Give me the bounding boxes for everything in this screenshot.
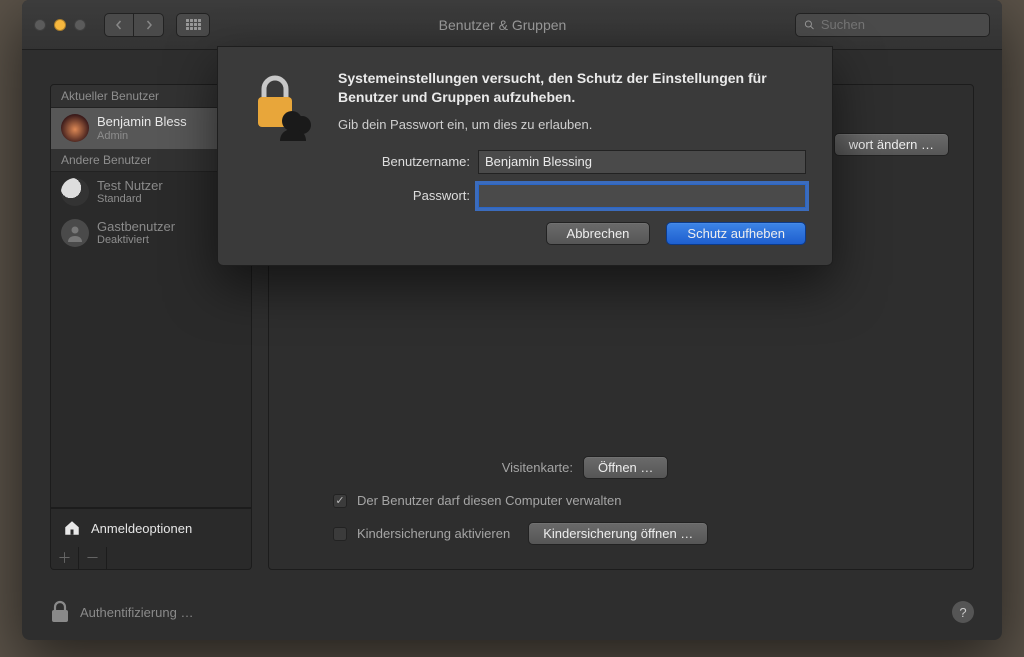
spacer (107, 547, 251, 569)
nav-buttons (104, 13, 164, 37)
username-field-row: Benutzername: (338, 150, 806, 174)
password-input[interactable] (478, 184, 806, 208)
parental-checkbox[interactable] (333, 527, 347, 541)
user-role: Standard (97, 193, 163, 206)
grid-icon (186, 19, 201, 30)
password-label: Passwort: (338, 188, 470, 203)
unlock-button[interactable]: Schutz aufheben (666, 222, 806, 245)
search-field[interactable] (795, 13, 990, 37)
open-parental-button[interactable]: Kindersicherung öffnen … (528, 522, 708, 545)
traffic-lights (34, 19, 86, 31)
lock-users-icon (244, 69, 316, 141)
zoom-window-button[interactable] (74, 19, 86, 31)
add-remove-bar: ＋ － (50, 547, 252, 570)
back-button[interactable] (104, 13, 134, 37)
user-name: Gastbenutzer (97, 219, 175, 235)
show-all-button[interactable] (176, 13, 210, 37)
help-button[interactable]: ? (952, 601, 974, 623)
username-label: Benutzername: (338, 154, 470, 169)
avatar (61, 178, 89, 206)
dialog-actions: Abbrechen Schutz aufheben (338, 222, 806, 245)
search-icon (804, 19, 815, 31)
user-name: Benjamin Bless (97, 114, 187, 130)
lower-controls: Visitenkarte: Öffnen … ✓ Der Benutzer da… (293, 456, 949, 545)
minimize-window-button[interactable] (54, 19, 66, 31)
forward-button[interactable] (134, 13, 164, 37)
lock-icon (50, 600, 70, 624)
dialog-subtext: Gib dein Passwort ein, um dies zu erlaub… (338, 117, 806, 132)
user-role: Admin (97, 130, 187, 143)
preferences-window: Benutzer & Gruppen Aktueller Benutzer Be… (22, 0, 1002, 640)
house-icon (63, 519, 81, 537)
user-name: Test Nutzer (97, 178, 163, 194)
lock-row[interactable]: Authentifizierung … (50, 600, 193, 624)
admin-checkbox-label: Der Benutzer darf diesen Computer verwal… (357, 493, 621, 508)
dialog-textcol: Systemeinstellungen versucht, den Schutz… (338, 69, 806, 245)
avatar-guest-icon (61, 219, 89, 247)
user-info: Benjamin Bless Admin (97, 114, 187, 143)
footer: Authentifizierung … ? (50, 600, 974, 624)
search-input[interactable] (821, 17, 981, 32)
user-role: Deaktiviert (97, 234, 175, 247)
auth-text: Authentifizierung … (80, 605, 193, 620)
remove-user-button[interactable]: － (79, 547, 107, 569)
avatar (61, 114, 89, 142)
password-field-row: Passwort: (338, 184, 806, 208)
dialog-top: Systemeinstellungen versucht, den Schutz… (244, 69, 806, 245)
vcard-row: Visitenkarte: Öffnen … (293, 456, 949, 479)
admin-checkbox[interactable]: ✓ (333, 494, 347, 508)
close-window-button[interactable] (34, 19, 46, 31)
dialog-heading: Systemeinstellungen versucht, den Schutz… (338, 69, 806, 107)
username-input[interactable] (478, 150, 806, 174)
user-info: Gastbenutzer Deaktiviert (97, 219, 175, 248)
titlebar: Benutzer & Gruppen (22, 0, 1002, 50)
login-options[interactable]: Anmeldeoptionen (50, 508, 252, 547)
parental-checkbox-label: Kindersicherung aktivieren (357, 526, 510, 541)
window-title: Benutzer & Gruppen (222, 17, 783, 33)
vcard-label: Visitenkarte: (293, 460, 573, 475)
parental-row: Kindersicherung aktivieren Kindersicheru… (293, 522, 949, 545)
admin-checkbox-row: ✓ Der Benutzer darf diesen Computer verw… (293, 493, 949, 508)
open-vcard-button[interactable]: Öffnen … (583, 456, 668, 479)
auth-dialog: Systemeinstellungen versucht, den Schutz… (217, 46, 833, 266)
add-user-button[interactable]: ＋ (51, 547, 79, 569)
change-password-button[interactable]: wort ändern … (834, 133, 949, 156)
cancel-button[interactable]: Abbrechen (546, 222, 651, 245)
login-options-label: Anmeldeoptionen (91, 521, 192, 536)
user-info: Test Nutzer Standard (97, 178, 163, 207)
